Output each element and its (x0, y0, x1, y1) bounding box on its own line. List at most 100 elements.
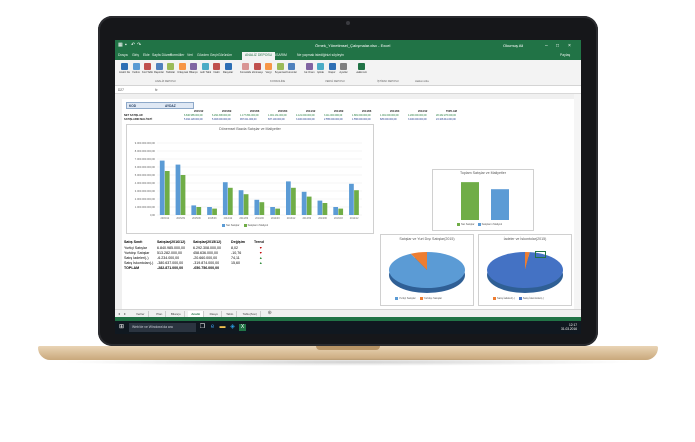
bar[interactable] (301, 191, 307, 215)
sheet-cell[interactable]: 1.001.131.000,00 (268, 114, 287, 117)
kod-cell[interactable]: KOD AYDAZ (126, 102, 194, 109)
fx-icon[interactable]: fx (155, 88, 157, 92)
bar[interactable] (243, 194, 249, 215)
ribbon-button[interactable]: Yardım (131, 63, 142, 78)
ribbon-button[interactable]: Nakit (211, 63, 222, 78)
ribbon-button[interactable]: Eliminasyon (252, 63, 263, 78)
save-icon[interactable]: ▪ (125, 43, 130, 48)
sheet-cell[interactable]: 3.400.000.000,00 (296, 118, 315, 121)
total-chart[interactable]: Toplam Satışlar ve Maliyetler Net Satışla… (432, 169, 534, 231)
redo-icon[interactable]: ↷ (137, 43, 142, 48)
bar[interactable] (175, 164, 181, 215)
total-bar[interactable] (491, 189, 509, 220)
ribbon-tab[interactable]: Dosya (118, 53, 128, 57)
total-bar[interactable] (461, 182, 479, 220)
add-sheet-icon[interactable]: ⊕ (268, 310, 272, 316)
ribbon-tab[interactable]: Ekle (143, 53, 150, 57)
bar[interactable] (259, 202, 265, 215)
undo-icon[interactable]: ↶ (131, 43, 136, 48)
maximize-icon[interactable]: □ (556, 43, 559, 49)
sheet-cell[interactable]: 23.108.911.000,00 (436, 118, 456, 121)
sheet-cell[interactable]: 4.121.000.000,00 (296, 114, 315, 117)
ribbon-tab[interactable]: TASARIM (272, 53, 287, 57)
ribbon-button[interactable]: Rapor (327, 63, 338, 78)
ribbon-tab[interactable]: Görünüm (218, 53, 232, 57)
ribbon-button[interactable]: Gelir Tablosu (200, 63, 211, 78)
sheet-cell[interactable]: 4.200.000.000,00 (408, 114, 427, 117)
ribbon-button[interactable]: Hakkımızda (356, 63, 367, 78)
bar[interactable] (222, 182, 228, 215)
ribbon-tab[interactable]: Formüller (170, 53, 184, 57)
ribbon-tab[interactable]: Veri (187, 53, 193, 57)
ribbon-tab[interactable]: Gözden Geçir (197, 53, 218, 57)
sheet-cell[interactable]: 5.492.128.000,00 (184, 118, 203, 121)
selected-cell[interactable] (535, 251, 546, 258)
file-explorer-icon[interactable]: ▬ (219, 324, 226, 331)
user-name[interactable]: Okumuş Ali (503, 43, 523, 48)
bar[interactable] (212, 208, 217, 215)
bar[interactable] (238, 190, 244, 215)
sheet-cell[interactable]: 1.001.000.000,00 (380, 114, 399, 117)
sheet-cell[interactable]: 6.840.985.000,00 (184, 114, 203, 117)
sheet-cell[interactable]: 1.556.000.000,00 (352, 118, 371, 121)
sheet-cell[interactable]: 997.011.000,00 (240, 118, 256, 121)
sheet-cell[interactable]: 2.555.000.000,00 (324, 118, 343, 121)
sheet-cell[interactable]: 28.432.276.000,00 (436, 114, 456, 117)
bar[interactable] (180, 175, 186, 215)
ribbon-button[interactable]: Özkaynak (177, 63, 188, 78)
taskbar-search[interactable]: Web'de ve Windows'da ara (129, 323, 196, 332)
store-icon[interactable]: ◈ (229, 324, 236, 331)
bar[interactable] (196, 207, 202, 215)
ribbon-button[interactable]: Kat Oranı (304, 63, 315, 78)
vertical-scrollbar[interactable] (574, 94, 581, 309)
name-box[interactable]: D27 (118, 88, 124, 92)
bar[interactable] (191, 205, 197, 215)
bar[interactable] (207, 207, 212, 215)
ribbon-button[interactable]: Tablolar (165, 63, 176, 78)
ribbon-button[interactable]: Beyanname (275, 63, 286, 78)
sheet-cell[interactable]: 837.100.000,00 (268, 118, 285, 121)
bar[interactable] (322, 203, 328, 215)
tell-me-input[interactable]: Ne yapmak istediğinizi söyleyin (297, 53, 344, 57)
bar[interactable] (317, 200, 323, 215)
ribbon-button[interactable]: Bilanço (188, 63, 199, 78)
close-icon[interactable]: × (568, 43, 571, 49)
bar[interactable] (354, 190, 359, 215)
bar[interactable] (285, 181, 291, 215)
pie-chart-sales[interactable]: Satışlar ve Yurt Dışı Satışlar(2015) Yurt… (380, 234, 474, 306)
bar[interactable] (291, 187, 296, 215)
bar[interactable] (254, 199, 260, 215)
sheet-cell[interactable]: 3.111.000.000,00 (324, 114, 342, 117)
bar[interactable] (275, 208, 280, 215)
bar[interactable] (349, 183, 354, 215)
excel-taskbar-icon[interactable]: X (239, 324, 246, 331)
bar[interactable] (164, 171, 170, 215)
bar-chart-periods[interactable]: Dönemsel Bazda Satışlar ve Maliyetler 9.0… (126, 124, 374, 234)
bar[interactable] (306, 196, 312, 215)
sheet-cell[interactable]: 1.881.000.000,00 (352, 114, 371, 117)
edge-icon[interactable]: e (209, 324, 216, 331)
ribbon-button[interactable]: Kod Tablosu (142, 63, 153, 78)
bar[interactable] (227, 187, 233, 215)
sheet-cell[interactable]: 5.003.000.000,00 (212, 118, 231, 121)
prev-sheet-icon[interactable]: ◂ (118, 311, 120, 316)
pie-slice[interactable] (487, 252, 563, 288)
share-button[interactable]: Paylaş (560, 53, 570, 57)
ribbon-button[interactable]: Konsolide (240, 63, 251, 78)
ribbon-button[interactable]: Raporlar (154, 63, 165, 78)
sheet-cell[interactable]: 3.400.000.000,00 (408, 118, 427, 121)
sheet-cell[interactable]: 6.292.308.000,00 (212, 114, 231, 117)
summary-row[interactable]: TOPLAM -282.871.000,00 -650.756.000,00 (123, 266, 281, 271)
sheet-cell[interactable]: 1.177.891.000,00 (240, 114, 259, 117)
windows-start-icon[interactable]: ⊞ (118, 324, 125, 331)
worksheet[interactable]: KOD AYDAZ 2015/12 2015/09 2015/06 2015/03 20… (122, 99, 574, 334)
minimize-icon[interactable]: – (545, 43, 548, 49)
ribbon-button[interactable]: Ayarlar (338, 63, 349, 78)
pie-chart-returns[interactable]: İadeler ve İskontolar(2015) Satış İadeler… (478, 234, 572, 306)
task-view-icon[interactable]: ❐ (199, 324, 206, 331)
ribbon-button[interactable]: Rasyolar (223, 63, 234, 78)
ribbon-button[interactable]: Analiz Deposu (119, 63, 130, 78)
bar[interactable] (270, 207, 275, 215)
bar[interactable] (333, 207, 339, 215)
ribbon-button[interactable]: Vergi (263, 63, 274, 78)
